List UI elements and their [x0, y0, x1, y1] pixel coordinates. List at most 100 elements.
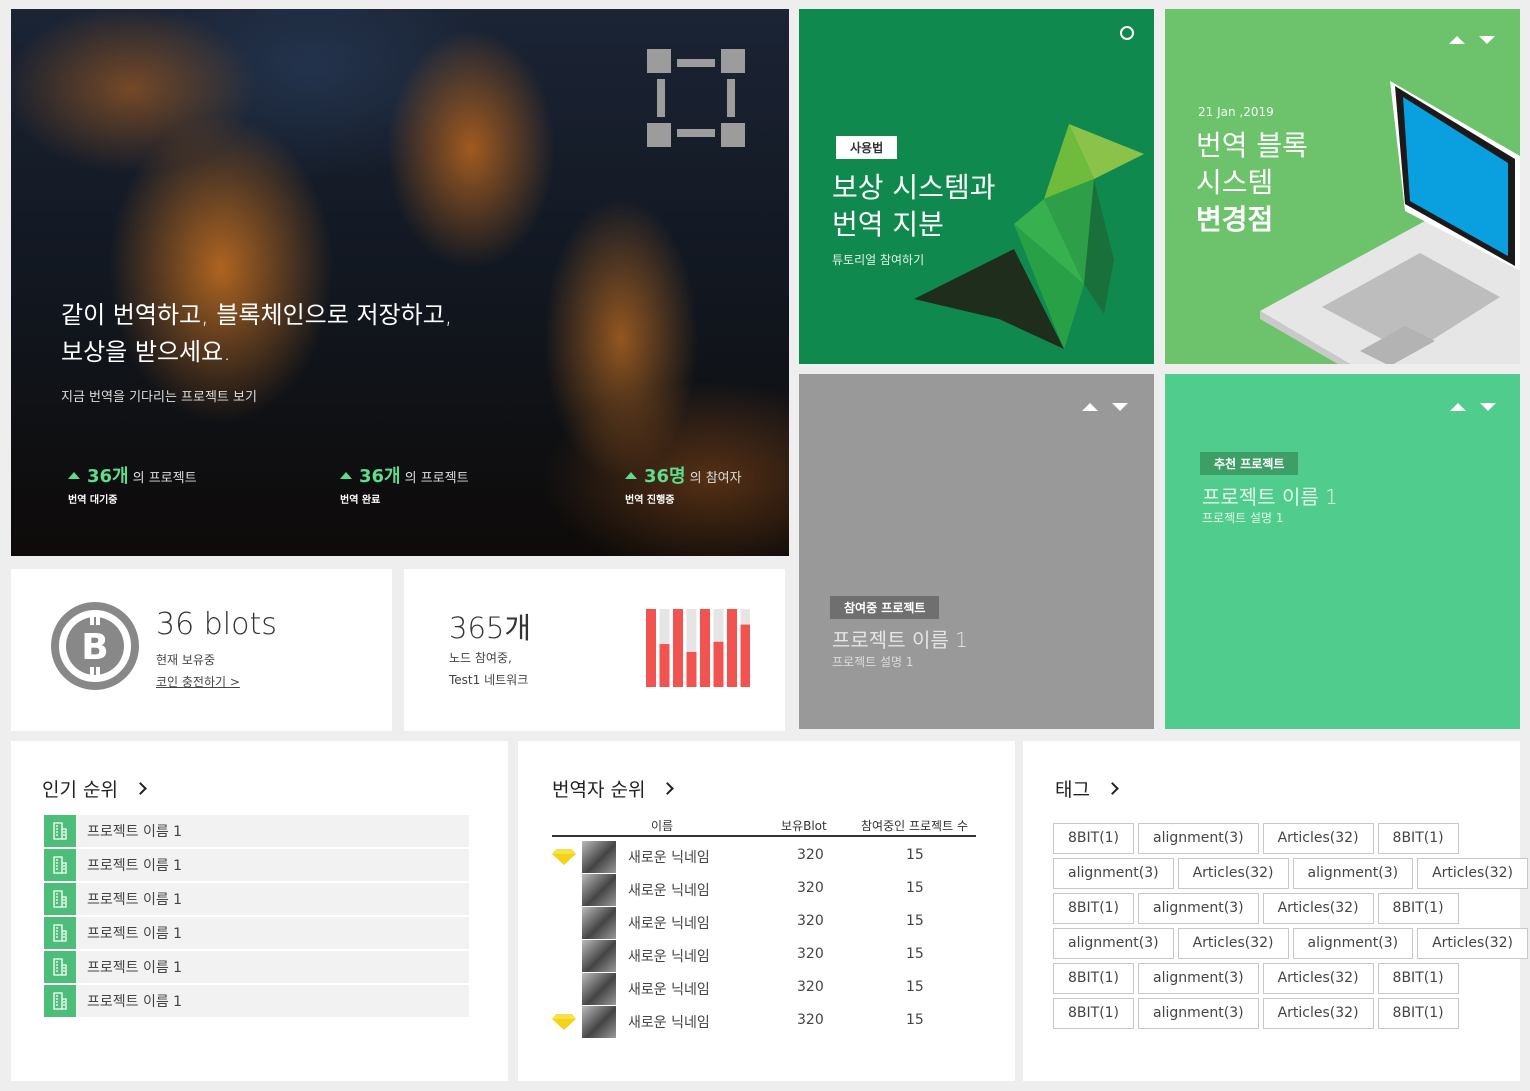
- bar: [700, 609, 710, 687]
- popular-title: 인기 순위: [42, 779, 118, 801]
- tile-arrows: [1450, 403, 1496, 411]
- arrow-up-icon[interactable]: [1082, 403, 1098, 411]
- popular-ranking-panel: 인기 순위 프로젝트 이름 1 프로젝트 이름 1 프로젝트 이름 1 프로젝트…: [11, 741, 508, 1081]
- chevron-right-icon: [1106, 782, 1119, 795]
- hero-banner[interactable]: 같이 번역하고, 블록체인으로 저장하고, 보상을 받으세요. 지금 번역을 기…: [11, 9, 789, 556]
- popular-title-link[interactable]: 인기 순위: [42, 775, 147, 802]
- tag-chip[interactable]: alignment(3): [1292, 858, 1414, 889]
- tile-tutorial[interactable]: 사용법 보상 시스템과 번역 지분 튜토리얼 참여하기: [799, 9, 1154, 364]
- translator-name: 새로운 닉네임: [628, 916, 710, 932]
- stat-label: 번역 진행중: [625, 495, 675, 506]
- list-item[interactable]: 프로젝트 이름 1: [44, 985, 469, 1017]
- circle-indicator-icon[interactable]: [1120, 26, 1134, 40]
- tag-chip[interactable]: Articles(32): [1262, 893, 1374, 924]
- node-count: 365개: [449, 611, 532, 645]
- translators-title-link[interactable]: 번역자 순위: [552, 775, 675, 802]
- tags-panel: 태그 8BIT(1) alignment(3) Articles(32) 8BIT(1…: [1023, 741, 1529, 1081]
- table-row[interactable]: 새로운 닉네임 320 15: [552, 972, 976, 1005]
- avatar: [582, 841, 616, 873]
- tag-chip[interactable]: Articles(32): [1177, 928, 1289, 959]
- table-row[interactable]: 새로운 닉네임 320 15: [552, 840, 976, 873]
- list-item[interactable]: 프로젝트 이름 1: [44, 883, 469, 915]
- tile-participating-project[interactable]: 참여중 프로젝트 프로젝트 이름 1 프로젝트 설명 1: [799, 374, 1154, 729]
- tag-row: alignment(3) Articles(32) alignment(3) Arti…: [1053, 928, 1529, 959]
- tag-chip[interactable]: 8BIT(1): [1377, 823, 1459, 854]
- bitcoin-icon: B: [51, 602, 139, 690]
- translator-ranking-panel: 번역자 순위 이름 보유Blot 참여중인 프로젝트 수 새로운 닉네임 320 1…: [518, 741, 1015, 1081]
- list-item[interactable]: 프로젝트 이름 1: [44, 849, 469, 881]
- arrow-down-icon[interactable]: [1112, 403, 1128, 411]
- tile-arrows: [1449, 36, 1495, 44]
- table-row[interactable]: 새로운 닉네임 320 15: [552, 939, 976, 972]
- bar: [646, 609, 656, 687]
- header-projects: 참여중인 프로젝트 수: [861, 819, 968, 833]
- tag-chip[interactable]: alignment(3): [1138, 998, 1259, 1029]
- tag-chip[interactable]: Articles(32): [1262, 998, 1374, 1029]
- tag-chip[interactable]: alignment(3): [1138, 893, 1259, 924]
- hero-sub-link[interactable]: 지금 번역을 기다리는 프로젝트 보기: [61, 386, 257, 405]
- tile-sub: 프로젝트 설명 1: [1202, 511, 1284, 525]
- arrow-down-icon[interactable]: [1479, 36, 1495, 44]
- tag-cloud: 8BIT(1) alignment(3) Articles(32) 8BIT(1) al…: [1053, 823, 1529, 1033]
- tile-system-change[interactable]: 21 Jan ,2019 번역 블록 시스템 변경점: [1165, 9, 1520, 364]
- tag-chip[interactable]: 8BIT(1): [1377, 963, 1459, 994]
- arrow-up-icon[interactable]: [1449, 36, 1465, 44]
- tag-chip[interactable]: alignment(3): [1138, 963, 1259, 994]
- tile-title: 프로젝트 이름 1: [832, 628, 968, 652]
- tag-chip[interactable]: alignment(3): [1292, 928, 1414, 959]
- tag-chip[interactable]: Articles(32): [1262, 963, 1374, 994]
- tag-chip[interactable]: Articles(32): [1417, 928, 1529, 959]
- building-icon: [44, 849, 76, 881]
- header-blot: 보유Blot: [781, 819, 827, 833]
- list-item-label: 프로젝트 이름 1: [87, 994, 183, 1010]
- tile-title-line2: 번역 지분: [832, 208, 944, 241]
- tag-chip[interactable]: 8BIT(1): [1053, 998, 1135, 1029]
- tag-chip[interactable]: alignment(3): [1138, 823, 1259, 854]
- tile-title-line1: 보상 시스템과: [832, 171, 996, 204]
- translator-projects: 15: [906, 847, 924, 863]
- tag-row: 8BIT(1) alignment(3) Articles(32) 8BIT(1): [1053, 893, 1513, 924]
- tag-chip[interactable]: alignment(3): [1053, 928, 1174, 959]
- table-row[interactable]: 새로운 닉네임 320 15: [552, 906, 976, 939]
- tag-chip[interactable]: alignment(3): [1053, 858, 1174, 889]
- tag-chip[interactable]: 8BIT(1): [1053, 963, 1135, 994]
- tags-title-link[interactable]: 태그: [1055, 775, 1119, 802]
- table-row[interactable]: 새로운 닉네임 320 15: [552, 1005, 976, 1038]
- tag-chip[interactable]: Articles(32): [1262, 823, 1374, 854]
- list-item[interactable]: 프로젝트 이름 1: [44, 951, 469, 983]
- translator-blot: 320: [797, 946, 824, 962]
- hero-headline: 같이 번역하고, 블록체인으로 저장하고, 보상을 받으세요.: [61, 297, 452, 371]
- tag-row: 8BIT(1) alignment(3) Articles(32) 8BIT(1): [1053, 823, 1513, 854]
- tag-chip[interactable]: 8BIT(1): [1053, 823, 1135, 854]
- tag-chip[interactable]: 8BIT(1): [1377, 893, 1459, 924]
- tag-chip[interactable]: Articles(32): [1417, 858, 1529, 889]
- translator-name: 새로운 닉네임: [628, 850, 710, 866]
- up-arrow-icon: [68, 472, 80, 479]
- tag-chip[interactable]: 8BIT(1): [1053, 893, 1135, 924]
- table-header: 이름 보유Blot 참여중인 프로젝트 수: [552, 815, 976, 837]
- translator-name: 새로운 닉네임: [628, 1015, 710, 1031]
- bar: [740, 624, 750, 687]
- list-item[interactable]: 프로젝트 이름 1: [44, 917, 469, 949]
- bar: [673, 609, 683, 687]
- arrow-up-icon[interactable]: [1450, 403, 1466, 411]
- stat-label: 번역 대기중: [68, 495, 118, 506]
- translators-title: 번역자 순위: [552, 779, 646, 801]
- translator-name: 새로운 닉네임: [628, 982, 710, 998]
- tile-title: 번역 블록 시스템 변경점: [1196, 127, 1308, 238]
- tile-sub-link[interactable]: 튜토리얼 참여하기: [832, 251, 924, 268]
- list-item-label: 프로젝트 이름 1: [87, 858, 183, 874]
- up-arrow-icon: [340, 472, 352, 479]
- coin-charge-link[interactable]: 코인 충전하기 >: [156, 673, 240, 690]
- translator-blot: 320: [797, 1012, 824, 1028]
- tag-chip[interactable]: Articles(32): [1177, 858, 1289, 889]
- list-item[interactable]: 프로젝트 이름 1: [44, 815, 469, 847]
- avatar: [582, 973, 616, 1005]
- arrow-down-icon[interactable]: [1480, 403, 1496, 411]
- table-row[interactable]: 새로운 닉네임 320 15: [552, 873, 976, 906]
- tile-recommended-project[interactable]: 추천 프로젝트 프로젝트 이름 1 프로젝트 설명 1: [1165, 374, 1520, 729]
- hero-headline-line1: 같이 번역하고, 블록체인으로 저장하고,: [61, 301, 453, 329]
- tag-row: 8BIT(1) alignment(3) Articles(32) 8BIT(1): [1053, 963, 1513, 994]
- stat-waiting: 36개 의 프로젝트 번역 대기중: [68, 462, 197, 506]
- tag-chip[interactable]: 8BIT(1): [1377, 998, 1459, 1029]
